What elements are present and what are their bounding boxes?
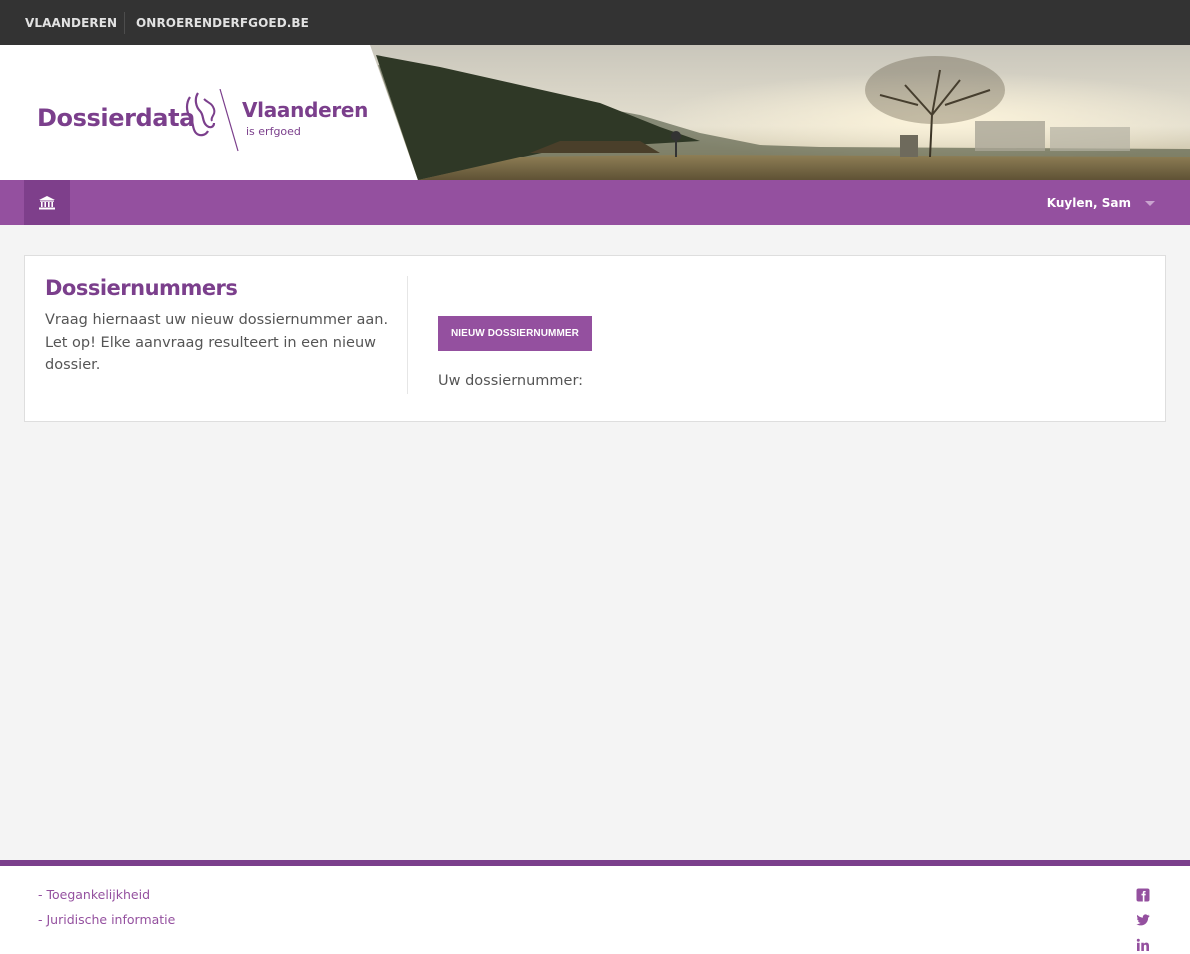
twitter-icon[interactable] [1136, 913, 1150, 927]
card-divider [407, 276, 408, 394]
juridische-informatie-link[interactable]: - Juridische informatie [38, 912, 175, 927]
lion-logo-icon [185, 89, 239, 152]
card-description: Vraag hiernaast uw nieuw dossiernummer a… [45, 312, 389, 374]
user-menu[interactable]: Kuylen, Sam [1047, 180, 1131, 225]
museum-icon [39, 195, 55, 209]
onroerenderfgoed-link[interactable]: ONROERENDERFGOED.BE [136, 0, 309, 45]
main-navbar: Kuylen, Sam [0, 180, 1190, 225]
linkedin-icon[interactable] [1136, 938, 1150, 952]
toegankelijkheid-link[interactable]: - Toegankelijkheid [38, 887, 150, 902]
new-dossiernummer-button[interactable]: NIEUW DOSSIERNUMMER [438, 316, 592, 351]
chevron-down-icon[interactable] [1145, 201, 1155, 206]
logo-vlaanderen: Vlaanderen [242, 98, 369, 122]
topbar-divider [124, 12, 125, 34]
site-footer: - Toegankelijkheid - Juridische informat… [0, 866, 1190, 954]
vlaanderen-link[interactable]: VLAANDEREN [25, 0, 117, 45]
card-intro: Dossiernummers Vraag hiernaast uw nieuw … [45, 276, 390, 377]
facebook-icon[interactable] [1136, 888, 1150, 902]
top-bar: VLAANDEREN ONROERENDERFGOED.BE [0, 0, 1190, 45]
home-button[interactable] [24, 180, 70, 225]
card-title: Dossiernummers [45, 276, 238, 300]
app-title: Dossierdata [37, 104, 195, 132]
logo-subtitle: is erfgoed [246, 125, 301, 138]
dossiernummer-result-label: Uw dossiernummer: [438, 373, 584, 389]
dossiernummers-card: Dossiernummers Vraag hiernaast uw nieuw … [24, 255, 1166, 422]
site-header: Dossierdata Vlaanderen is erfgoed [0, 45, 1190, 180]
